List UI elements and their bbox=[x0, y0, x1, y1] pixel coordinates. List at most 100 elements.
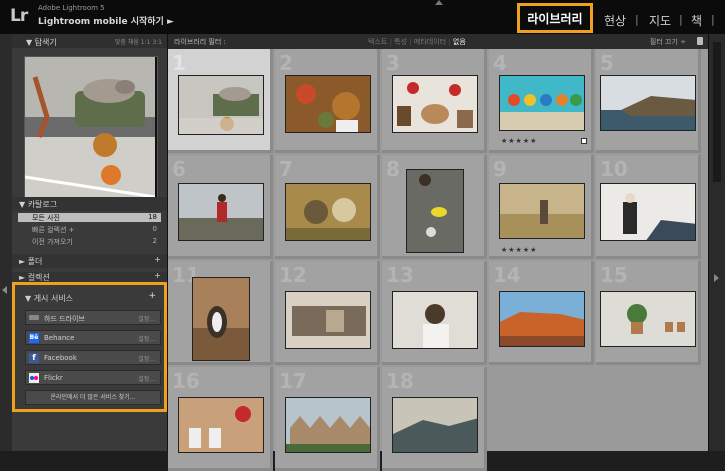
module-develop[interactable]: 현상 bbox=[604, 12, 626, 29]
grid-cell[interactable]: 15 bbox=[596, 261, 701, 365]
photo-thumbnail[interactable] bbox=[499, 291, 585, 347]
photo-thumbnail[interactable] bbox=[406, 169, 464, 253]
photo-thumbnail[interactable] bbox=[392, 291, 478, 349]
module-book[interactable]: 책 bbox=[691, 12, 702, 29]
cell-number: 9 bbox=[493, 157, 507, 181]
filter-attribute[interactable]: 특성 bbox=[394, 38, 407, 46]
rating-stars[interactable]: ★★★★★ bbox=[501, 137, 537, 145]
photo-thumbnail[interactable] bbox=[392, 75, 478, 133]
grid-cell[interactable]: 8 bbox=[382, 155, 487, 259]
catalog-row-quick-collection[interactable]: 빠른 컬렉션 + 0 bbox=[18, 225, 161, 234]
mobile-start-link[interactable]: Lightroom mobile 시작하기 ► bbox=[38, 14, 174, 27]
service-facebook[interactable]: f Facebook 설정... bbox=[25, 350, 161, 365]
grid-cell[interactable]: 10 bbox=[596, 155, 701, 259]
flickr-icon bbox=[29, 373, 39, 383]
navigator-header[interactable]: ▼ 탐색기 맞춤 채움 1:1 3:1 bbox=[12, 34, 167, 48]
collections-title: ► 컬렉션 bbox=[19, 273, 50, 282]
service-setup[interactable]: 설정... bbox=[138, 354, 155, 363]
photo-thumbnail[interactable] bbox=[600, 183, 696, 241]
facebook-icon: f bbox=[29, 353, 39, 363]
catalog-title: ▼ 카탈로그 bbox=[19, 200, 58, 209]
cell-number: 4 bbox=[493, 51, 507, 75]
collections-add-icon[interactable]: + bbox=[154, 272, 161, 280]
grid-cell[interactable]: 16 bbox=[168, 367, 273, 471]
grid-cell[interactable]: 13 bbox=[382, 261, 487, 365]
grid-cell[interactable]: 6 bbox=[168, 155, 273, 259]
catalog-row-all-photos[interactable]: 모든 사진 18 bbox=[18, 213, 161, 222]
panel-collapse-left-icon[interactable] bbox=[2, 286, 7, 294]
filter-options: 텍스트 | 특성 | 메타데이터 | 없음 bbox=[368, 38, 466, 46]
service-label: Facebook bbox=[44, 354, 77, 362]
grid-cell[interactable]: 2 bbox=[275, 49, 380, 153]
right-panel-collapse-icon[interactable] bbox=[714, 274, 719, 282]
flag-icon[interactable] bbox=[581, 138, 587, 144]
module-separator: | bbox=[679, 13, 683, 26]
grid-cell[interactable]: 1 bbox=[168, 49, 273, 153]
lock-icon[interactable] bbox=[697, 37, 703, 45]
service-setup[interactable]: 설정... bbox=[138, 374, 155, 383]
publish-add-icon[interactable]: + bbox=[148, 291, 156, 301]
catalog-row-previous-import[interactable]: 이전 가져오기 2 bbox=[18, 237, 161, 246]
grid-cell[interactable]: 4 ★★★★★ bbox=[489, 49, 594, 153]
app-brand: Adobe Lightroom 5 bbox=[38, 4, 105, 12]
filter-text[interactable]: 텍스트 bbox=[368, 38, 387, 46]
grid-cell[interactable]: 7 bbox=[275, 155, 380, 259]
photo-thumbnail[interactable] bbox=[178, 183, 264, 241]
grid-cell[interactable]: 5 bbox=[596, 49, 701, 153]
module-map[interactable]: 지도 bbox=[649, 12, 671, 29]
grid-cell[interactable]: 14 bbox=[489, 261, 594, 365]
panel-collapse-top-icon[interactable] bbox=[435, 0, 443, 5]
service-setup[interactable]: 설정... bbox=[138, 314, 155, 323]
module-separator: | bbox=[635, 13, 639, 26]
lightroom-logo: Lr bbox=[10, 6, 28, 26]
cell-number: 18 bbox=[386, 369, 414, 393]
filter-metadata[interactable]: 메타데이터 bbox=[414, 38, 446, 46]
grid-cell[interactable]: 18 bbox=[382, 367, 487, 471]
photo-thumbnail[interactable] bbox=[600, 75, 696, 131]
grid-cell[interactable]: 11 bbox=[168, 261, 273, 365]
catalog-row-label: 빠른 컬렉션 + bbox=[32, 226, 75, 234]
photo-thumbnail[interactable] bbox=[285, 291, 371, 349]
catalog-row-label: 이전 가져오기 bbox=[32, 238, 73, 246]
service-setup[interactable]: 설정... bbox=[138, 334, 155, 343]
folders-header[interactable]: ► 폴더 + bbox=[12, 254, 167, 268]
service-behance[interactable]: Bē Behance 설정... bbox=[25, 330, 161, 345]
rating-stars[interactable]: ★★★★★ bbox=[501, 246, 537, 254]
photo-thumbnail[interactable] bbox=[499, 183, 585, 239]
grid-cell[interactable]: 12 bbox=[275, 261, 380, 365]
photo-thumbnail[interactable] bbox=[392, 397, 478, 453]
photo-thumbnail[interactable] bbox=[285, 75, 371, 133]
right-panel-collapsed[interactable] bbox=[708, 34, 725, 451]
photo-thumbnail[interactable] bbox=[600, 291, 696, 347]
cell-number: 13 bbox=[386, 263, 414, 287]
module-library[interactable]: 라이브러리 bbox=[517, 3, 593, 33]
service-flickr[interactable]: Flickr 설정... bbox=[25, 370, 161, 385]
grid-cell[interactable]: 9 ★★★★★ bbox=[489, 155, 594, 259]
cell-number: 2 bbox=[279, 51, 293, 75]
photo-thumbnail[interactable] bbox=[178, 397, 264, 453]
photo-thumbnail[interactable] bbox=[178, 75, 264, 135]
photo-thumbnail[interactable] bbox=[285, 183, 371, 241]
cell-number: 6 bbox=[172, 157, 186, 181]
grid-cell[interactable]: 3 bbox=[382, 49, 487, 153]
filter-off-dropdown[interactable]: 필터 끄기 ÷ bbox=[650, 37, 686, 47]
folders-add-icon[interactable]: + bbox=[154, 255, 161, 264]
photo-thumbnail[interactable] bbox=[192, 277, 250, 361]
catalog-header[interactable]: ▼ 카탈로그 bbox=[12, 197, 167, 211]
cell-number: 15 bbox=[600, 263, 628, 287]
cell-number: 14 bbox=[493, 263, 521, 287]
service-label: Behance bbox=[44, 334, 75, 342]
find-more-services-button[interactable]: 온라인에서 더 많은 서비스 찾기... bbox=[25, 390, 161, 405]
grid-cell[interactable]: 17 bbox=[275, 367, 380, 471]
left-collapse-strip[interactable] bbox=[0, 34, 12, 451]
filter-none[interactable]: 없음 bbox=[453, 38, 466, 46]
photo-thumbnail[interactable] bbox=[499, 75, 585, 131]
right-panel-scroll-track[interactable] bbox=[713, 42, 721, 182]
service-hard-drive[interactable]: 하드 드라이브 설정... bbox=[25, 310, 161, 325]
cell-number: 8 bbox=[386, 157, 400, 181]
photo-thumbnail[interactable] bbox=[285, 397, 371, 453]
publish-services-title[interactable]: ▼ 게시 서비스 bbox=[25, 293, 73, 304]
navigator-zoom[interactable]: 맞춤 채움 1:1 3:1 bbox=[115, 37, 162, 46]
navigator-preview[interactable] bbox=[24, 56, 158, 206]
collections-header[interactable]: ► 컬렉션 + bbox=[12, 272, 167, 282]
